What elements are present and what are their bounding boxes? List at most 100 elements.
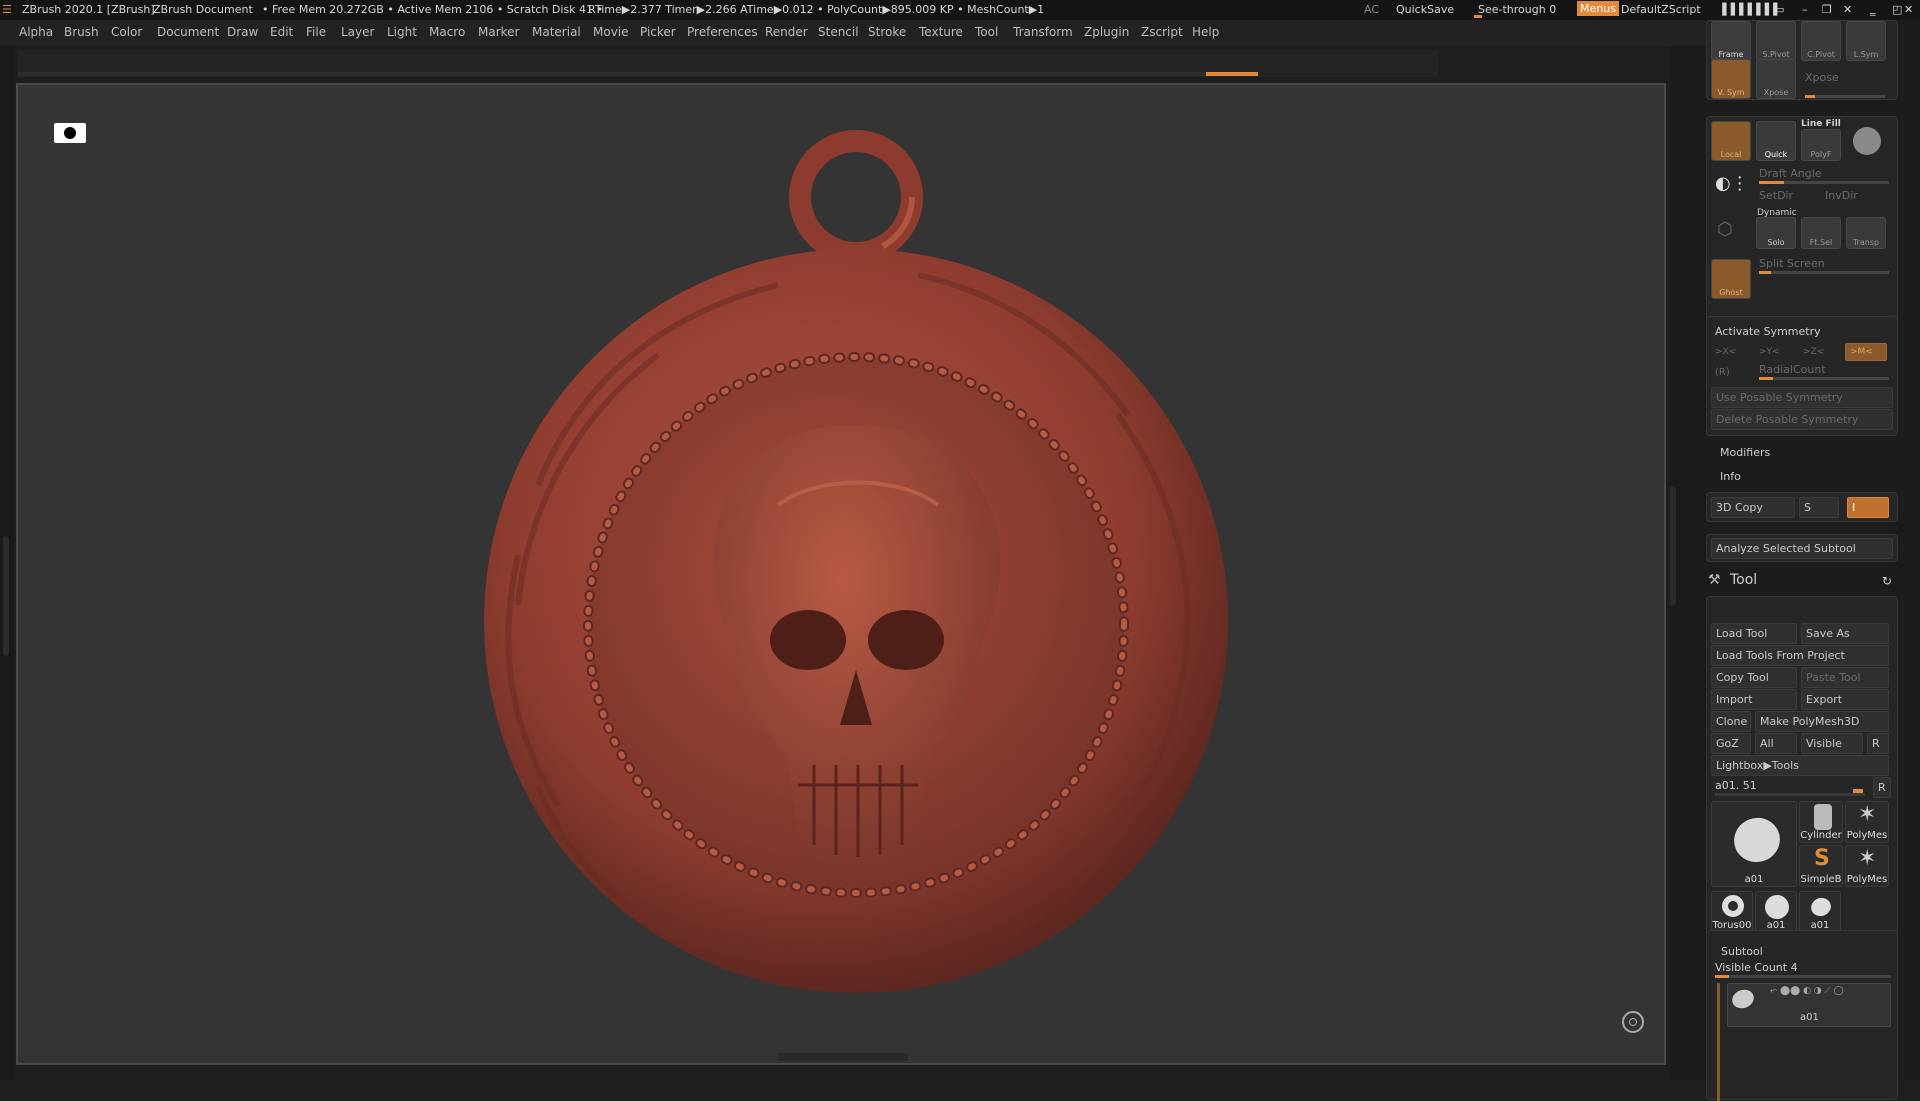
invdir-button[interactable]: InvDir (1825, 189, 1858, 202)
frame-button[interactable]: Frame (1711, 21, 1751, 61)
copy-s-button[interactable]: S (1799, 497, 1839, 518)
default-zscript-button[interactable]: DefaultZScript (1621, 3, 1701, 16)
material-sphere-icon[interactable] (1853, 127, 1881, 155)
sym-x-toggle[interactable]: >X< (1715, 347, 1736, 357)
quick-button[interactable]: Quick (1756, 121, 1796, 161)
goz-all-button[interactable]: All (1755, 733, 1797, 754)
make-polymesh3d-button[interactable]: Make PolyMesh3D (1755, 711, 1889, 732)
maximize-window-icon[interactable]: ◰ (1892, 3, 1902, 16)
subtool-scrollbar[interactable] (1717, 983, 1720, 1101)
restore-icon[interactable]: ❐ (1822, 3, 1832, 16)
cpivot-button[interactable]: C.Pivot (1801, 21, 1841, 61)
menus-toggle[interactable]: Menus (1577, 1, 1619, 16)
menu-picker[interactable]: Picker (640, 25, 676, 39)
current-tool-slider[interactable] (1715, 793, 1865, 796)
local-button[interactable]: Local (1711, 121, 1751, 161)
solo-button[interactable]: Solo (1756, 217, 1796, 249)
minimize-window-icon[interactable]: ‗ (1870, 3, 1876, 16)
tool-thumb-polymesh-1[interactable]: ✶ PolyMes (1845, 801, 1889, 843)
subtool-item[interactable]: ⬿ ⬤⬤ ◐ ◑ ⟋ ◯ a01 (1727, 983, 1891, 1027)
sym-m-toggle[interactable]: >M< (1845, 343, 1887, 361)
menu-alpha[interactable]: Alpha (19, 25, 53, 39)
tool-r-button[interactable]: R (1873, 777, 1891, 798)
menu-stroke[interactable]: Stroke (868, 25, 906, 39)
menu-stencil[interactable]: Stencil (818, 25, 859, 39)
menu-draw[interactable]: Draw (227, 25, 258, 39)
target-icon[interactable] (1622, 1011, 1644, 1033)
minimize-icon[interactable]: – (1802, 3, 1808, 16)
menu-document[interactable]: Document (157, 25, 219, 39)
analyze-selected-subtool-button[interactable]: Analyze Selected Subtool (1711, 538, 1893, 559)
tool-thumb-cylinder[interactable]: Cylinder (1799, 801, 1843, 843)
copy-i-button[interactable]: I (1847, 497, 1889, 518)
visible-count-slider[interactable] (1715, 975, 1891, 978)
vsym-button[interactable]: V. Sym (1711, 59, 1751, 99)
menu-help[interactable]: Help (1192, 25, 1219, 39)
sym-z-toggle[interactable]: >Z< (1803, 347, 1824, 357)
right-tray-handle[interactable] (1670, 486, 1676, 606)
radial-toggle[interactable]: (R) (1715, 367, 1730, 378)
transp-toggle-icon[interactable]: ◐⋮ (1715, 173, 1749, 195)
menu-tool[interactable]: Tool (975, 25, 998, 39)
menu-material[interactable]: Material (532, 25, 581, 39)
paste-tool-button[interactable]: Paste Tool (1801, 667, 1889, 688)
export-button[interactable]: Export (1801, 689, 1889, 710)
menu-render[interactable]: Render (765, 25, 808, 39)
menu-preferences[interactable]: Preferences (687, 25, 758, 39)
menu-texture[interactable]: Texture (919, 25, 963, 39)
spivot-button[interactable]: S.Pivot (1756, 21, 1796, 61)
transp-button[interactable]: Transp (1846, 217, 1886, 249)
menu-macro[interactable]: Macro (429, 25, 465, 39)
menu-layer[interactable]: Layer (341, 25, 374, 39)
xpose-small-button[interactable]: Xpose (1756, 59, 1796, 99)
cube-icon[interactable]: ⬡ (1717, 219, 1733, 240)
polyf-button[interactable]: PolyF (1801, 129, 1841, 161)
sym-y-toggle[interactable]: >Y< (1759, 347, 1780, 357)
tool-thumb-a01-b[interactable]: a01 (1755, 891, 1797, 933)
close-icon[interactable]: ✕ (1843, 3, 1852, 16)
tool-thumb-simpleb[interactable]: S SimpleB (1799, 845, 1843, 887)
lightbox-tools-button[interactable]: Lightbox▶Tools (1711, 755, 1889, 776)
info-header[interactable]: Info (1720, 470, 1741, 483)
lsym-button[interactable]: L.Sym (1846, 21, 1886, 61)
subtool-header[interactable]: Subtool (1721, 945, 1763, 958)
ftsel-button[interactable]: Ft.Sel (1801, 217, 1841, 249)
close-window-icon[interactable]: ✕ (1904, 3, 1913, 16)
ac-toggle[interactable]: AC (1364, 3, 1379, 16)
activate-symmetry-button[interactable]: Activate Symmetry (1715, 325, 1821, 338)
tool-thumb-a01-main[interactable]: a01 (1711, 801, 1797, 887)
load-tool-button[interactable]: Load Tool (1711, 623, 1797, 644)
menu-edit[interactable]: Edit (270, 25, 293, 39)
menu-color[interactable]: Color (111, 25, 142, 39)
medallion-model[interactable] (18, 85, 1664, 1063)
layout-icon[interactable]: ▐▐▐▐ (1718, 3, 1752, 16)
import-button[interactable]: Import (1711, 689, 1797, 710)
menu-light[interactable]: Light (387, 25, 417, 39)
goz-visible-button[interactable]: Visible (1801, 733, 1863, 754)
window-options-icon[interactable]: ▭ (1774, 3, 1784, 16)
radial-count-slider[interactable] (1759, 377, 1889, 380)
menu-movie[interactable]: Movie (593, 25, 629, 39)
menu-transform[interactable]: Transform (1013, 25, 1073, 39)
goz-button[interactable]: GoZ (1711, 733, 1751, 754)
draft-angle-slider[interactable] (1759, 181, 1889, 184)
right-tray-divider[interactable] (1670, 46, 1706, 1080)
setdir-button[interactable]: SetDir (1759, 189, 1793, 202)
see-through-slider[interactable]: See-through 0 (1478, 3, 1556, 16)
left-tray[interactable] (0, 46, 14, 1080)
menu-file[interactable]: File (306, 25, 326, 39)
current-tool-slider-thumb[interactable] (1853, 789, 1863, 793)
xpose-slider[interactable] (1805, 95, 1885, 98)
delete-posable-symmetry-button[interactable]: Delete Posable Symmetry (1711, 409, 1893, 430)
clone-button[interactable]: Clone (1711, 711, 1751, 732)
left-tray-handle[interactable] (3, 536, 9, 656)
tool-thumb-polymesh-2[interactable]: ✶ PolyMes (1845, 845, 1889, 887)
menu-zscript[interactable]: Zscript (1141, 25, 1183, 39)
ghost-button[interactable]: Ghost (1711, 259, 1751, 299)
load-tools-from-project-button[interactable]: Load Tools From Project (1711, 645, 1889, 666)
menu-marker[interactable]: Marker (478, 25, 519, 39)
split-screen-slider[interactable] (1759, 271, 1889, 274)
save-as-button[interactable]: Save As (1801, 623, 1889, 644)
modifiers-header[interactable]: Modifiers (1720, 446, 1770, 459)
viewport-canvas[interactable] (16, 83, 1666, 1065)
